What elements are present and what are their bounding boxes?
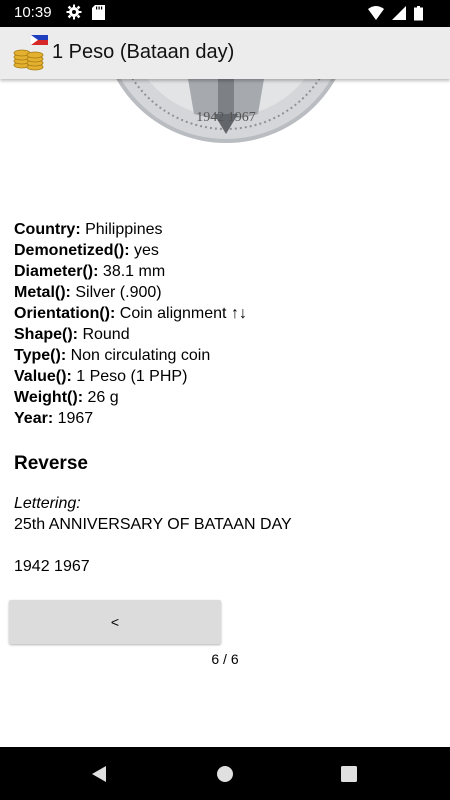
gear-icon bbox=[66, 4, 82, 20]
property-row-demonetized: Demonetized(): yes bbox=[14, 242, 159, 259]
property-row-shape: Shape(): Round bbox=[14, 326, 130, 343]
status-time: 10:39 bbox=[14, 4, 52, 21]
property-list: Country: Philippines Demonetized(): yes … bbox=[14, 219, 434, 429]
property-row-metal: Metal(): Silver (.900) bbox=[14, 284, 162, 301]
coin-image: 1942 1967 bbox=[116, 79, 336, 143]
recent-apps-icon[interactable] bbox=[341, 766, 357, 782]
back-icon[interactable] bbox=[90, 765, 108, 783]
app-title: 1 Peso (Bataan day) bbox=[52, 41, 235, 63]
property-row-value: Value(): 1 Peso (1 PHP) bbox=[14, 368, 188, 385]
signal-icon bbox=[392, 6, 406, 20]
property-row-year: Year: 1967 bbox=[14, 410, 94, 427]
system-nav-bar bbox=[0, 747, 450, 800]
battery-icon bbox=[414, 6, 423, 21]
home-icon[interactable] bbox=[216, 765, 234, 783]
page-indicator: 6 / 6 bbox=[211, 651, 239, 667]
previous-button[interactable]: < bbox=[9, 600, 221, 644]
system-status-icons bbox=[368, 6, 423, 21]
sd-card-icon bbox=[92, 5, 105, 20]
lettering-text-line: 1942 1967 bbox=[14, 558, 90, 575]
lettering-label: Lettering: bbox=[14, 495, 81, 512]
status-bar: 10:39 bbox=[0, 0, 450, 27]
property-row-diameter: Diameter(): 38.1 mm bbox=[14, 263, 166, 280]
wifi-icon bbox=[368, 6, 384, 20]
reverse-heading: Reverse bbox=[14, 453, 88, 474]
coin-years-text: 1942 1967 bbox=[196, 110, 256, 125]
lettering-text-line: 25th ANNIVERSARY OF BATAAN DAY bbox=[14, 516, 292, 533]
property-row-country: Country: Philippines bbox=[14, 221, 163, 238]
coin-details[interactable]: 1942 1967 Country: Philippines Demonetiz… bbox=[0, 79, 450, 747]
property-row-type: Type(): Non circulating coin bbox=[14, 347, 211, 364]
app-bar: 1 Peso (Bataan day) bbox=[0, 27, 450, 79]
property-row-orientation: Orientation(): Coin alignment ↑↓ bbox=[14, 305, 247, 322]
property-row-weight: Weight(): 26 g bbox=[14, 389, 119, 406]
coins-with-flag-icon bbox=[13, 35, 48, 71]
